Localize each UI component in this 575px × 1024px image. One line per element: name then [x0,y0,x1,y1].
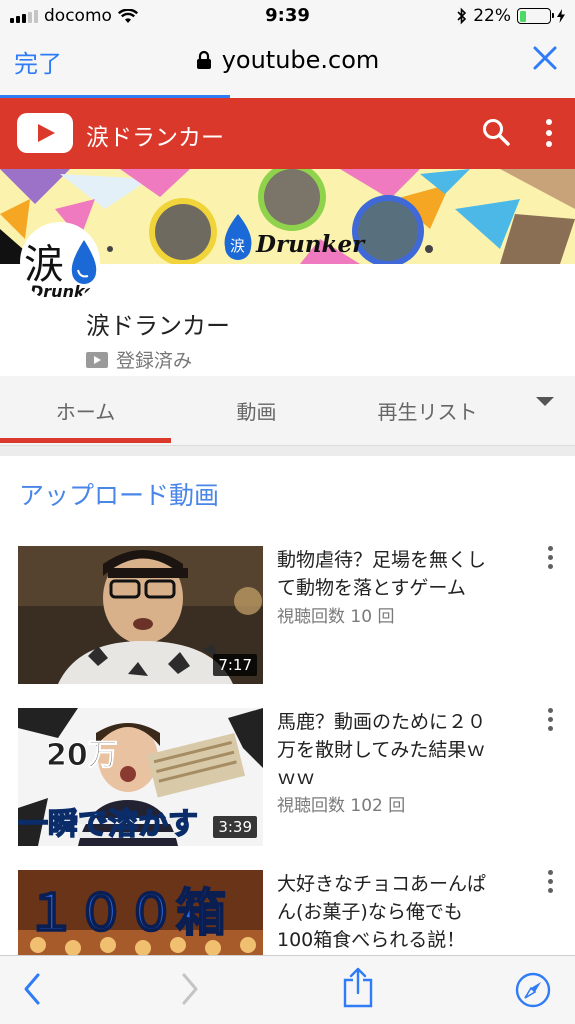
banner-wordmark: Drunker [255,231,366,258]
video-title-line: て動物を落とすゲーム [277,577,466,599]
thumb-caption: １００箱 [26,884,226,942]
tab-home[interactable]: ホーム [0,396,171,425]
video-title[interactable]: 馬鹿？動画のために２０ 万を散財してみた結果ｗ ｗｗ [277,708,527,792]
video-thumbnail[interactable]: 7:17 [18,546,263,684]
video-title-line: 馬鹿？動画のために２０ [277,711,487,733]
bluetooth-icon [457,7,467,25]
banner-kanji: 涙 [230,237,245,255]
video-views: 視聴回数 102 回 [277,796,406,816]
video-title-line: 100箱食べられる説！ [277,929,466,951]
battery-percent: 22% [473,6,511,26]
safari-toolbar [0,955,575,1024]
tab-videos[interactable]: 動画 [171,396,342,425]
subscribe-status[interactable]: 登録済み [86,346,192,373]
close-icon[interactable] [531,44,559,72]
share-icon[interactable] [342,966,374,1008]
safari-address-bar: 完了 youtube.com [0,34,575,98]
thumb-caption-top: 20万 [46,738,118,773]
video-title[interactable]: 大好きなチョコあーんぱ ん(お菓子)なら俺でも 100箱食べられる説！ [277,870,527,954]
charging-icon [557,9,565,23]
drop-icon [71,240,97,284]
video-more-icon[interactable] [545,870,555,900]
video-title[interactable]: 動物虐待？足場を無くし て動物を落とすゲーム [277,546,527,602]
video-views: 視聴回数 10 回 [277,607,395,627]
search-icon[interactable] [481,117,511,147]
more-vertical-icon[interactable] [537,116,561,150]
youtube-header: 涙ドランカー [0,98,575,169]
lock-icon [196,50,211,69]
video-thumbnail[interactable]: １００箱 [18,870,263,955]
section-title[interactable]: アップロード動画 [19,476,219,512]
channel-avatar[interactable]: 涙 Drunke [20,222,100,302]
status-bar: docomo 9:39 22% [0,0,575,34]
youtube-play-icon [86,351,108,368]
battery-icon [517,8,554,24]
section-divider [0,446,575,456]
compass-icon[interactable] [514,971,552,1009]
video-duration: 7:17 [213,654,257,676]
video-duration: 3:39 [213,816,257,838]
youtube-logo-icon[interactable] [17,113,73,153]
video-title-line: 万を散財してみた結果ｗ [277,739,486,761]
video-title-line: 動物虐待？足場を無くし [277,549,487,571]
channel-name: 涙ドランカー [86,312,230,340]
subscribe-status-label: 登録済み [116,350,193,372]
thumb-caption-bottom: 一瞬で溶かす [18,807,198,842]
header-channel-title: 涙ドランカー [86,125,224,151]
tab-playlists[interactable]: 再生リスト [342,396,513,425]
url-text: youtube.com [221,46,380,74]
thumbnail-image: １００箱 [18,870,263,955]
status-right: 22% [457,6,565,26]
chevron-down-icon[interactable] [536,397,554,406]
chevron-left-icon[interactable] [22,972,42,1006]
battery-fill [519,10,526,22]
video-title-line: 大好きなチョコあーんぱ [277,873,487,895]
video-title-line: ん(お菓子)なら俺でも [277,901,463,923]
chevron-right-icon[interactable] [180,972,200,1006]
channel-tabs: ホーム 動画 再生リスト [0,376,575,446]
active-tab-indicator [0,438,171,443]
avatar-wordmark: Drunke [30,282,95,301]
video-more-icon[interactable] [545,546,555,576]
video-more-icon[interactable] [545,708,555,738]
video-thumbnail[interactable]: 20万 一瞬で溶かす 3:39 [18,708,263,846]
video-title-line: ｗｗ [277,767,316,789]
url-bar[interactable]: youtube.com [0,46,575,74]
